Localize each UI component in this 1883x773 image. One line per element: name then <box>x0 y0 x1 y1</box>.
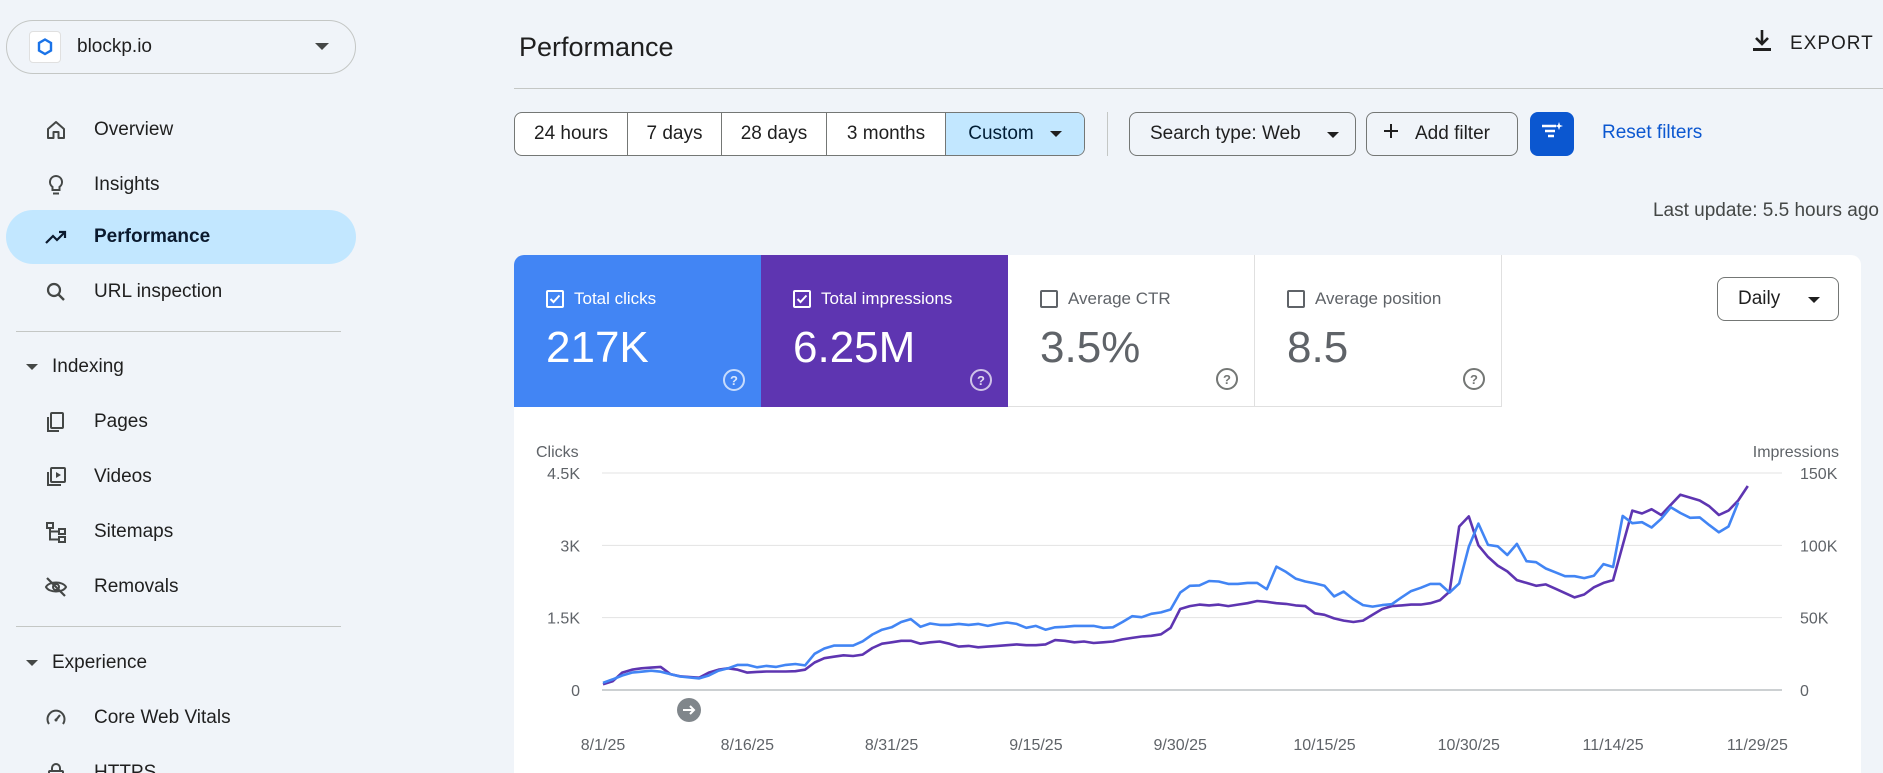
y-tick-right: 0 <box>1800 683 1809 700</box>
x-tick: 8/31/25 <box>865 737 918 754</box>
lock-icon <box>42 759 70 773</box>
caret-down-icon <box>1049 131 1062 137</box>
x-tick: 10/30/25 <box>1438 737 1500 754</box>
x-tick: 11/29/25 <box>1727 737 1788 754</box>
y-tick-right: 150K <box>1800 466 1838 483</box>
caret-down-icon <box>1327 132 1339 138</box>
download-icon <box>1750 28 1774 59</box>
export-label: EXPORT <box>1790 32 1874 54</box>
series-line-impressions <box>602 485 1749 686</box>
reset-filters-link[interactable]: Reset filters <box>1602 122 1702 144</box>
sidebar-item-url-inspection[interactable]: URL inspection <box>6 265 356 319</box>
x-tick: 10/15/25 <box>1293 737 1355 754</box>
y-tick-left: 4.5K <box>547 466 580 483</box>
y-axis-label-left: Clicks <box>536 444 579 461</box>
header-divider <box>514 88 1883 89</box>
sidebar-item-insights[interactable]: Insights <box>6 158 356 212</box>
sidebar-item-label: Overview <box>94 119 174 140</box>
y-tick-left: 0 <box>571 683 580 700</box>
search-type-dropdown[interactable]: Search type: Web <box>1129 112 1356 156</box>
date-range-24-hours[interactable]: 24 hours <box>515 113 628 155</box>
sidebar-section-indexing[interactable]: Indexing <box>26 352 124 382</box>
sidebar-item-label: Core Web Vitals <box>94 707 231 728</box>
section-label: Experience <box>52 652 148 673</box>
property-selector[interactable]: blockp.io <box>6 20 356 74</box>
search-icon <box>42 278 70 306</box>
sidebar-item-pages[interactable]: Pages <box>6 395 356 449</box>
sidebar-item-label: Pages <box>94 411 148 432</box>
sidebar-item-removals[interactable]: Removals <box>6 560 356 614</box>
y-tick-right: 50K <box>1800 611 1829 628</box>
custom-label: Custom <box>968 123 1034 144</box>
x-tick: 9/30/25 <box>1154 737 1207 754</box>
date-range-28-days[interactable]: 28 days <box>722 113 827 155</box>
caret-down-icon <box>26 364 38 370</box>
plus-icon <box>1381 121 1401 147</box>
date-range-3-months[interactable]: 3 months <box>827 113 946 155</box>
y-tick-left: 3K <box>560 538 580 555</box>
sidebar-item-overview[interactable]: Overview <box>6 103 356 157</box>
sidebar-item-https[interactable]: HTTPS <box>6 746 356 773</box>
sidebar-item-label: Removals <box>94 576 179 597</box>
performance-chart: 0 0 1.5K 50K 3K 100K 4.5K 150K Clicks Impressions… <box>536 444 1839 754</box>
chevron-down-icon <box>315 43 329 50</box>
date-range-custom[interactable]: Custom <box>946 113 1084 155</box>
add-filter-button[interactable]: Add filter <box>1366 112 1518 156</box>
date-range-selector: 24 hours 7 days 28 days 3 months Custom <box>514 112 1085 156</box>
sidebar-item-label: Sitemaps <box>94 521 174 542</box>
x-tick: 8/1/25 <box>581 737 626 754</box>
section-label: Indexing <box>52 356 124 377</box>
speed-gauge-icon <box>42 704 70 732</box>
caret-down-icon <box>26 660 38 666</box>
x-tick: 8/16/25 <box>721 737 774 754</box>
sidebar-item-core-web-vitals[interactable]: Core Web Vitals <box>6 691 356 745</box>
date-range-7-days[interactable]: 7 days <box>628 113 722 155</box>
sidebar-divider <box>16 331 341 332</box>
last-update-text: Last update: 5.5 hours ago <box>1652 200 1879 221</box>
sitemap-icon <box>42 518 70 546</box>
search-type-label: Search type: Web <box>1150 123 1301 144</box>
filter-sparkle-icon <box>1539 119 1565 150</box>
y-tick-right: 100K <box>1800 538 1838 555</box>
performance-card: Total clicks 217K ? Total impressions 6.… <box>514 255 1861 773</box>
sidebar-item-label: Videos <box>94 466 152 487</box>
visibility-off-icon <box>42 573 70 601</box>
series-line-clicks <box>602 501 1740 685</box>
sidebar-item-performance[interactable]: Performance <box>6 210 356 264</box>
property-name: blockp.io <box>77 36 152 57</box>
property-logo-icon <box>29 31 61 63</box>
export-button[interactable]: EXPORT <box>1750 28 1874 59</box>
sidebar-item-label: URL inspection <box>94 281 223 302</box>
sidebar-section-experience[interactable]: Experience <box>26 648 147 678</box>
y-axis-label-right: Impressions <box>1753 444 1839 461</box>
video-library-icon <box>42 463 70 491</box>
sidebar-item-videos[interactable]: Videos <box>6 450 356 504</box>
sidebar-item-label: Performance <box>94 226 211 247</box>
x-tick: 11/14/25 <box>1583 737 1644 754</box>
add-filter-label: Add filter <box>1415 123 1490 144</box>
sidebar-item-label: Insights <box>94 174 160 195</box>
lightbulb-icon <box>42 171 70 199</box>
trending-up-icon <box>42 223 70 251</box>
pages-icon <box>42 408 70 436</box>
home-icon <box>42 116 70 144</box>
y-tick-left: 1.5K <box>547 611 580 628</box>
sidebar: blockp.io Overview Insights Performance … <box>0 0 360 773</box>
x-tick: 9/15/25 <box>1009 737 1062 754</box>
page-title: Performance <box>519 32 674 62</box>
chart-scroll-handle[interactable] <box>677 698 701 722</box>
sidebar-divider <box>16 626 341 627</box>
sidebar-item-sitemaps[interactable]: Sitemaps <box>6 505 356 559</box>
filter-settings-button[interactable] <box>1530 112 1574 156</box>
toolbar-divider <box>1107 112 1108 156</box>
sidebar-item-label: HTTPS <box>94 762 157 773</box>
